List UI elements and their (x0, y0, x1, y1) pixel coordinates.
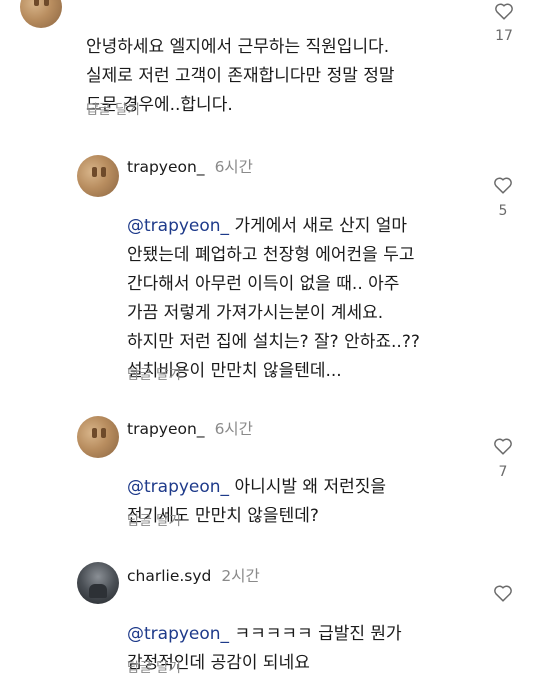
comment-text: @trapyeon_ 아니시발 왜 저런짓을 전기세도 만만치 않을텐데? (127, 477, 387, 526)
comment-header: trapyeon_ 6시간 (127, 155, 253, 177)
timestamp: 6시간 (214, 158, 253, 176)
like-count: 17 (495, 28, 513, 44)
heart-outline-icon[interactable] (492, 174, 514, 196)
reply-button[interactable]: 답글 달기 (86, 98, 140, 118)
mention-link[interactable]: @trapyeon_ (127, 624, 229, 644)
avatar[interactable] (20, 0, 62, 28)
avatar[interactable] (77, 416, 119, 458)
timestamp: 6시간 (214, 420, 253, 438)
comment-text: @trapyeon_ 가게에서 새로 산지 얼마 안됐는데 폐업하고 천장형 에… (127, 216, 420, 381)
comment-1: 안녕하세요 엘지에서 근무하는 직원입니다. 실제로 저런 고객이 존재합니다만… (0, 0, 540, 125)
username[interactable]: charlie.syd (127, 567, 211, 585)
comment-text: 안녕하세요 엘지에서 근무하는 직원입니다. 실제로 저런 고객이 존재합니다만… (86, 37, 395, 115)
timestamp: 2시간 (221, 567, 260, 585)
comment-header: trapyeon_ 6시간 (127, 417, 253, 439)
avatar[interactable] (77, 562, 119, 604)
comment-2: trapyeon_ 6시간 @trapyeon_ 가게에서 새로 산지 얼마 안됐… (0, 150, 540, 390)
mention-link[interactable]: @trapyeon_ (127, 216, 229, 236)
avatar[interactable] (77, 155, 119, 197)
reply-button[interactable]: 답글 달기 (127, 363, 181, 383)
mention-link[interactable]: @trapyeon_ (127, 477, 229, 497)
like-count: 7 (498, 464, 508, 480)
reply-button[interactable]: 답글 달기 (127, 509, 181, 529)
heart-outline-icon[interactable] (493, 0, 515, 22)
like-count: 5 (498, 203, 508, 219)
heart-outline-icon[interactable] (492, 435, 514, 457)
comment-3: trapyeon_ 6시간 @trapyeon_ 아니시발 왜 저런짓을 전기세도… (0, 413, 540, 538)
comment-4: charlie.syd 2시간 @trapyeon_ ㅋㅋㅋㅋㅋ 급발진 뭔가 감… (0, 560, 540, 687)
comment-text: @trapyeon_ ㅋㅋㅋㅋㅋ 급발진 뭔가 감정적인데 공감이 되네요 (127, 624, 402, 673)
heart-outline-icon[interactable] (492, 582, 514, 604)
comment-header: charlie.syd 2시간 (127, 564, 260, 586)
username[interactable]: trapyeon_ (127, 420, 205, 438)
reply-button[interactable]: 답글 달기 (127, 656, 181, 676)
username[interactable]: trapyeon_ (127, 158, 205, 176)
